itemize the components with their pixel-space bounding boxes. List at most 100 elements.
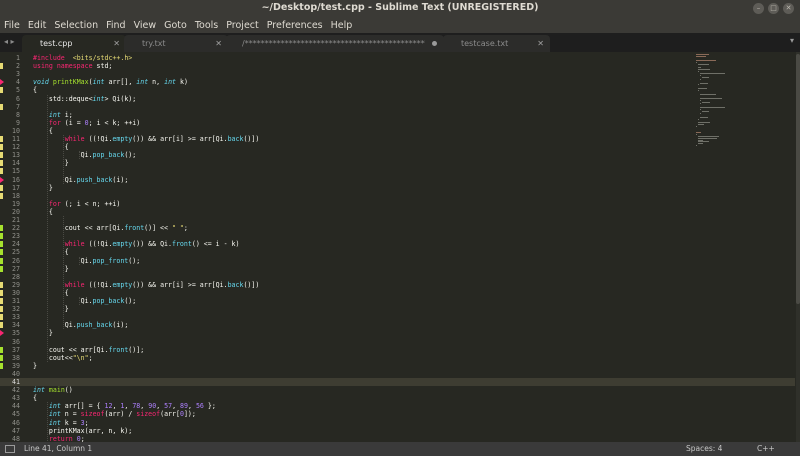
- tab-close-icon[interactable]: ✕: [215, 35, 222, 52]
- minimap-line: [696, 133, 697, 135]
- indentation-setting[interactable]: Spaces: 4: [686, 444, 722, 453]
- minimap-line: [696, 61, 697, 63]
- tab-overflow-icon[interactable]: ▾: [790, 36, 794, 45]
- line-number: 33: [12, 313, 20, 322]
- menu-view[interactable]: View: [134, 20, 157, 31]
- code-line[interactable]: std::deque<int> Qi(k);: [33, 95, 136, 103]
- tab-label: try.txt: [142, 39, 166, 48]
- minimap-line: [698, 71, 699, 73]
- minimize-button[interactable]: –: [753, 3, 764, 14]
- scrollbar[interactable]: [796, 52, 800, 442]
- line-number: 21: [12, 216, 20, 224]
- minimap-line: [696, 131, 701, 133]
- menu-file[interactable]: File: [4, 20, 20, 31]
- code-line[interactable]: while ((!Qi.empty()) && arr[i] >= arr[Qi…: [33, 281, 260, 289]
- menu-help[interactable]: Help: [331, 20, 353, 31]
- minimap-line: [700, 97, 722, 99]
- line-number: 25: [12, 248, 20, 257]
- code-line[interactable]: int main(): [33, 386, 73, 394]
- panel-toggle-icon[interactable]: [5, 445, 15, 453]
- code-line[interactable]: }: [33, 184, 53, 192]
- menu-find[interactable]: Find: [106, 20, 125, 31]
- menu-project[interactable]: Project: [226, 20, 259, 31]
- title-bar: ~/Desktop/test.cpp - Sublime Text (UNREG…: [0, 0, 800, 17]
- line-number: 22: [12, 224, 20, 233]
- status-bar: Line 41, Column 1 Spaces: 4 C++: [0, 442, 800, 456]
- diff-marker-mod: [0, 144, 3, 151]
- minimap-line: [696, 126, 697, 128]
- code-line[interactable]: while ((!Qi.empty()) && Qi.front() <= i …: [33, 240, 240, 248]
- code-line[interactable]: Qi.pop_back();: [33, 151, 137, 159]
- code-line[interactable]: cout<<"\n";: [33, 354, 93, 362]
- diff-marker-mod: [0, 152, 3, 159]
- unsaved-dot-icon[interactable]: [432, 41, 437, 46]
- code-line[interactable]: int i;: [33, 111, 73, 119]
- line-number: 38: [12, 353, 20, 362]
- code-line[interactable]: for (i = 0; i < k; ++i): [33, 119, 140, 127]
- diff-marker-mod: [0, 322, 3, 329]
- minimap-line: [700, 99, 701, 101]
- indent-guide: [78, 256, 80, 265]
- code-line[interactable]: cout << arr[Qi.front()] << " ";: [33, 224, 188, 232]
- code-line[interactable]: void printKMax(int arr[], int n, int k): [33, 78, 188, 86]
- tab-untitled[interactable]: /***************************************…: [226, 35, 444, 52]
- line-number: 3: [16, 70, 20, 79]
- line-number: 12: [12, 143, 20, 152]
- code-area[interactable]: #include <bits/stdc++.h> using namespace …: [33, 52, 683, 442]
- diff-marker-mod: [0, 63, 3, 70]
- scrollbar-thumb[interactable]: [796, 54, 800, 304]
- menu-preferences[interactable]: Preferences: [267, 20, 323, 31]
- code-line[interactable]: #include <bits/stdc++.h>: [33, 54, 132, 62]
- line-number: 45: [12, 410, 20, 419]
- code-line[interactable]: using namespace std;: [33, 62, 112, 70]
- code-line[interactable]: int arr[] = { 12, 1, 78, 90, 57, 89, 56 …: [33, 402, 216, 410]
- menu-tools[interactable]: Tools: [195, 20, 218, 31]
- indent-guide: [62, 216, 64, 330]
- code-line[interactable]: printKMax(arr, n, k);: [33, 427, 132, 435]
- gutter[interactable]: 1 2 3 4 5 6 7 8 9 10 11 12 13 14 15 16 17 18 19 20 21 22 23 24 2…: [0, 52, 22, 442]
- code-line[interactable]: {: [33, 127, 53, 135]
- code-line[interactable]: }: [33, 329, 53, 337]
- diff-marker-mod: [0, 160, 3, 167]
- diff-marker-add: [0, 362, 3, 369]
- code-line[interactable]: cout << arr[Qi.front()];: [33, 346, 144, 354]
- tab-nav-arrows-icon[interactable]: ◂ ▸: [4, 37, 15, 46]
- diff-marker-mod: [0, 87, 3, 94]
- line-number: 48: [12, 434, 20, 442]
- minimap-line: [698, 69, 710, 71]
- line-number: 15: [12, 167, 20, 176]
- tab-try-txt[interactable]: try.txt ✕: [124, 35, 228, 52]
- code-line[interactable]: {: [33, 394, 37, 402]
- minimap-line: [700, 112, 701, 114]
- code-line[interactable]: return 0;: [33, 435, 85, 442]
- code-line[interactable]: {: [33, 86, 37, 94]
- line-number: 23: [12, 232, 20, 241]
- code-line[interactable]: int n = sizeof(arr) / sizeof(arr[0]);: [33, 410, 196, 418]
- maximize-button[interactable]: □: [768, 3, 779, 14]
- tab-testcase-txt[interactable]: testcase.txt ✕: [443, 35, 550, 52]
- menu-edit[interactable]: Edit: [28, 20, 46, 31]
- close-window-button[interactable]: ✕: [783, 3, 794, 14]
- code-line[interactable]: {: [33, 208, 53, 216]
- minimap[interactable]: [696, 52, 740, 442]
- line-number: 1: [16, 54, 20, 62]
- minimap-line: [698, 139, 703, 141]
- diff-marker-add: [0, 233, 3, 240]
- code-line[interactable]: }: [33, 362, 37, 370]
- diff-marker-mod: [0, 314, 3, 321]
- syntax-selector[interactable]: C++: [757, 444, 775, 453]
- code-line[interactable]: Qi.pop_back();: [33, 297, 137, 305]
- code-line[interactable]: while ((!Qi.empty()) && arr[i] >= arr[Qi…: [33, 135, 260, 143]
- minimap-line: [698, 88, 707, 90]
- code-line[interactable]: int k = 3;: [33, 419, 89, 427]
- tab-close-icon[interactable]: ✕: [113, 35, 120, 52]
- minimap-line: [700, 93, 716, 95]
- menu-selection[interactable]: Selection: [54, 20, 98, 31]
- line-number: 18: [12, 191, 20, 200]
- tab-close-icon[interactable]: ✕: [537, 35, 544, 52]
- line-number: 13: [12, 151, 20, 160]
- menu-goto[interactable]: Goto: [164, 20, 187, 31]
- tab-test-cpp[interactable]: test.cpp ✕: [22, 35, 126, 52]
- editor[interactable]: 1 2 3 4 5 6 7 8 9 10 11 12 13 14 15 16 17 18 19 20 21 22 23 24 2…: [0, 52, 800, 442]
- code-line[interactable]: Qi.pop_front();: [33, 257, 141, 265]
